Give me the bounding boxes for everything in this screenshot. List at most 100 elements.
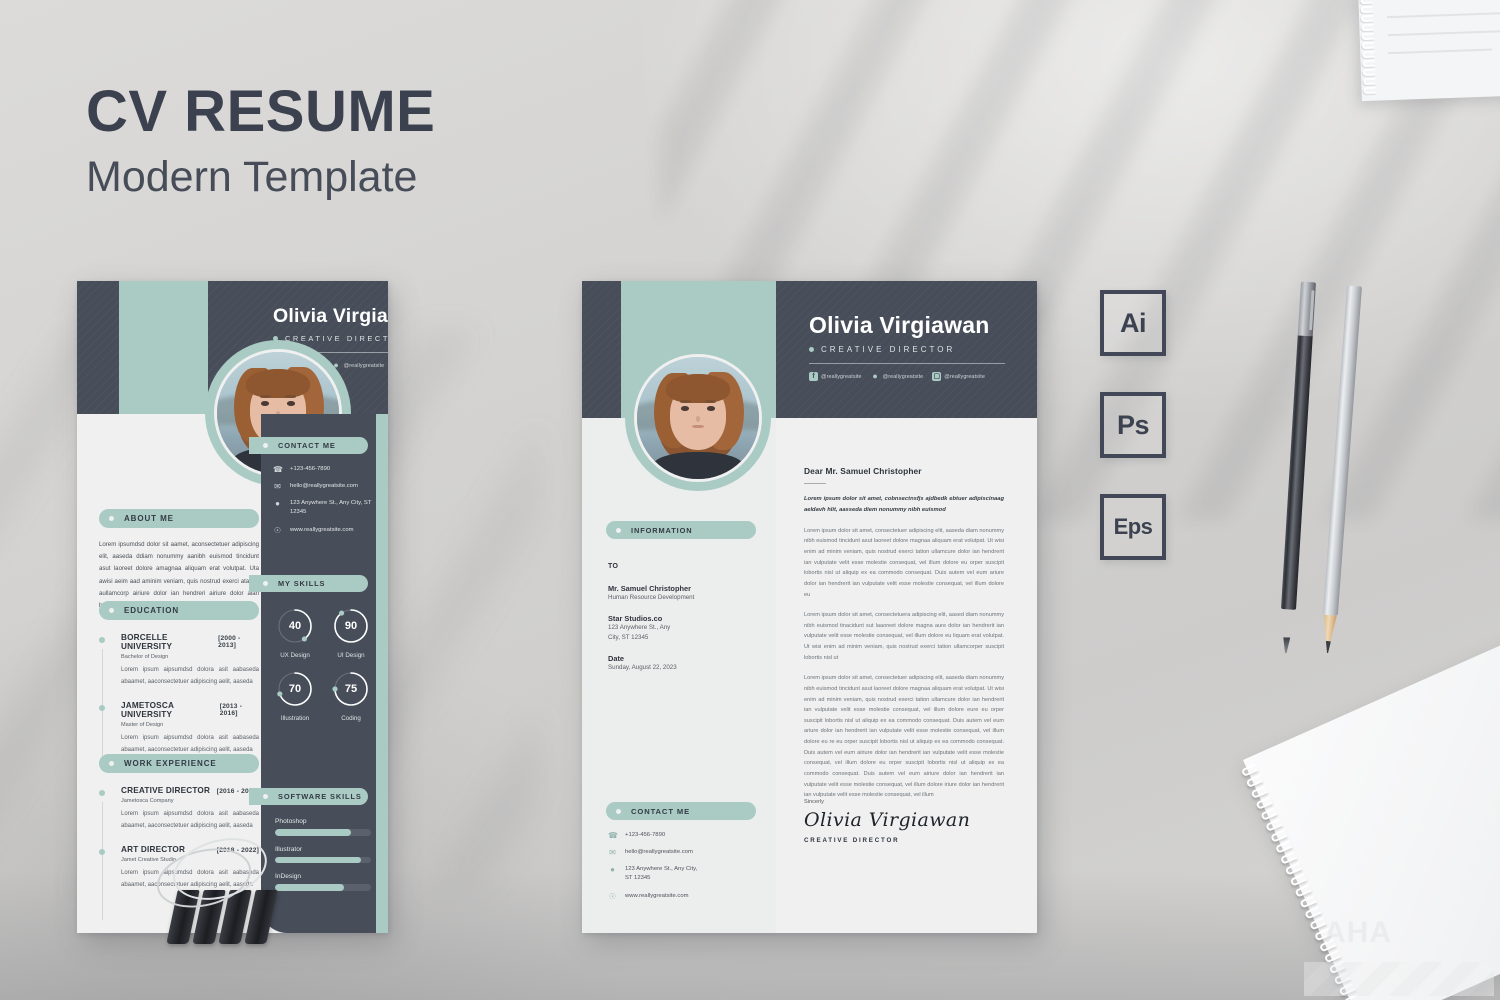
section-title: MY SKILLS (278, 579, 326, 588)
contact-website[interactable]: ☉ www.reallygreatsite.com (273, 526, 376, 535)
contact-value: www.reallygreatsite.com (290, 526, 354, 533)
software-label: Photoshop (275, 818, 307, 825)
section-title: INFORMATION (631, 525, 693, 535)
pill-dot-icon (616, 808, 621, 814)
badge-label: Eps (1113, 514, 1153, 539)
social-instagram[interactable]: ▢ @reallygreatsite (932, 372, 985, 381)
notepad-top-prop (1358, 0, 1500, 102)
gauge-label: UX Design (280, 652, 310, 659)
spiral-coil (1362, 50, 1376, 59)
profile-name: Olivia Virgiawan (273, 305, 388, 327)
section-pill-skills: MY SKILLS (249, 575, 368, 592)
badge-label: Ai (1120, 307, 1147, 338)
skill-gauge: 75 Coding (331, 669, 371, 722)
phone-icon: ☎ (273, 465, 283, 474)
globe-icon: ☉ (273, 525, 282, 535)
resume-page[interactable]: Olivia Virgiawan CREATIVE DIRECTOR f @re… (77, 281, 388, 933)
phone-icon: ☎ (608, 831, 618, 840)
headline-title: CV RESUME (86, 79, 436, 144)
header-mint-panel (119, 281, 208, 414)
skill-gauge: 70 Illustration (275, 669, 315, 722)
contact-value: www.reallygreatsite.com (625, 892, 689, 899)
profile-name: Olivia Virgiawan (809, 312, 990, 338)
gauge-value: 70 (288, 683, 302, 695)
spiral-coil (1361, 32, 1375, 41)
pill-dot-icon (616, 527, 621, 533)
entry-description: Lorem ipsum aipsumdsd dolora asit aabase… (121, 667, 259, 685)
contact-website[interactable]: ☉ www.reallygreatsite.com (608, 892, 758, 901)
cover-letter-page[interactable]: Olivia Virgiawan CREATIVE DIRECTOR f @re… (582, 281, 1037, 933)
education-section: EDUCATION BORCELLE UNIVERSITY [2000 - 20… (99, 601, 259, 761)
to-label: TO (608, 563, 619, 570)
entry-date: [2013 - 2016] (219, 703, 243, 718)
pill-dot-icon (109, 761, 114, 766)
social-facebook[interactable]: f @reallygreatsite (809, 372, 862, 381)
software-bar-fill (275, 856, 362, 863)
contact-value: +123-456-7890 (290, 466, 331, 472)
contact-address: ● 123 Anywhere St., Any City, ST 12345 (608, 865, 758, 883)
recipient-role: Human Resource Development (608, 594, 695, 601)
contact-value: 123 Anywhere St., Any City, ST 12345 (290, 500, 372, 516)
signature-role: CREATIVE DIRECTOR (804, 837, 900, 844)
social-twitter[interactable]: ● @reallygreatsite (332, 361, 385, 370)
headline-block: CV RESUME Modern Template (86, 79, 436, 202)
entry-subtitle: Bachelor of Design (121, 654, 169, 660)
gauge-value: 40 (288, 620, 302, 632)
date-label: Date (608, 653, 625, 663)
cover-main-notch (776, 418, 1037, 444)
profile-role: CREATIVE DIRECTOR (285, 334, 388, 343)
signature-name: Olivia Virgiawan (804, 809, 971, 831)
gauge-value: 75 (344, 683, 358, 695)
divider (804, 483, 826, 485)
twitter-icon: ● (872, 371, 878, 381)
format-badge-ai: Ai (1100, 290, 1166, 356)
pill-dot-icon (109, 516, 114, 521)
spiral-coil (1361, 41, 1376, 50)
software-bar-track (275, 829, 371, 836)
education-entry: BORCELLE UNIVERSITY [2000 - 2013] Bachel… (99, 633, 259, 688)
spiral-coil (1363, 77, 1377, 86)
timeline-dot-icon (99, 705, 105, 712)
envelope-icon: ✉ (274, 482, 281, 492)
skill-gauges: 40 UX Design 90 UI Design 70 Illustration 75 Co… (261, 606, 376, 722)
contact-address-line1: 123 Anywhere St., Any City, (625, 866, 698, 873)
gauge-label: Coding (341, 715, 361, 722)
cover-identity: Olivia Virgiawan CREATIVE DIRECTOR f @re… (809, 312, 1037, 381)
company-name: Star Studios.co (608, 613, 663, 623)
software-bar-track (275, 884, 371, 891)
location-pin-icon: ● (610, 865, 615, 875)
contact-phone[interactable]: ☎ +123-456-7890 (273, 465, 376, 474)
entry-subtitle: Master of Design (121, 722, 164, 729)
section-title: CONTACT ME (631, 806, 691, 816)
gauge-ring: 75 (331, 669, 371, 709)
contact-email[interactable]: ✉ hello@reallygreatsite.com (273, 482, 376, 491)
entry-date: [2000 - 2013] (218, 635, 241, 649)
format-badge-ps: Ps (1100, 392, 1166, 458)
software-bar-track (275, 856, 371, 863)
social-handle: @reallygreatsite (343, 362, 385, 369)
contact-value: +123-456-7890 (625, 832, 666, 838)
social-twitter[interactable]: ● @reallygreatsite (871, 372, 924, 381)
profile-role: CREATIVE DIRECTOR (821, 345, 956, 354)
company-address-line2: City, ST 12345 (608, 633, 649, 641)
entry-title: JAMETOSCA UNIVERSITY (121, 701, 174, 720)
globe-icon: ☉ (608, 891, 617, 901)
gauge-label: Illustration (280, 715, 310, 722)
letter-body: Dear Mr. Samuel Christopher Lorem ipsum … (804, 466, 1004, 801)
spiral-coil (1363, 86, 1377, 95)
signature-block: Sincerly Olivia Virgiawan CREATIVE DIREC… (804, 799, 1004, 844)
location-pin-icon: ● (275, 499, 280, 509)
format-badge-eps: Eps (1100, 494, 1166, 560)
social-links: f @reallygreatsite ● @reallygreatsite ▢ … (809, 372, 1037, 381)
section-title: CONTACT ME (278, 441, 336, 450)
contact-address-line2: ST 12345 (625, 875, 651, 882)
contact-email[interactable]: ✉ hello@reallygreatsite.com (608, 848, 758, 857)
section-pill-contact: CONTACT ME (249, 437, 368, 454)
pill-dot-icon (263, 581, 268, 586)
skills-block: MY SKILLS 40 UX Design 90 UI Design 70 Illust… (249, 575, 376, 722)
information-block: TO Mr. Samuel Christopher Human Resource… (608, 563, 758, 673)
contact-phone[interactable]: ☎ +123-456-7890 (608, 831, 758, 840)
skill-gauge: 90 UI Design (331, 606, 371, 659)
sidebar-accent-strip (376, 414, 388, 933)
timeline-dot-icon (99, 849, 105, 856)
